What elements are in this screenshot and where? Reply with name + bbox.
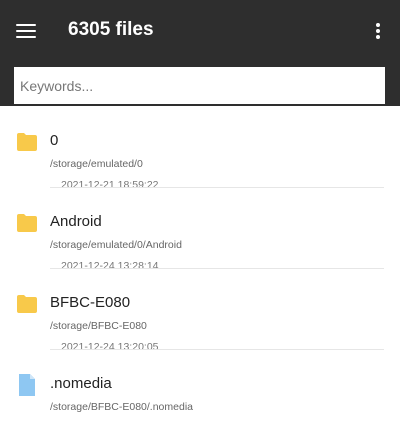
file-icon xyxy=(19,374,35,396)
file-path: /storage/BFBC-E080/.nomedia xyxy=(50,401,193,413)
file-list: 0 /storage/emulated/0 2021-12-21 18:59:2… xyxy=(0,106,400,430)
list-item[interactable]: 0 /storage/emulated/0 2021-12-21 18:59:2… xyxy=(0,106,400,191)
hamburger-menu-icon[interactable] xyxy=(16,22,36,40)
folder-icon xyxy=(17,214,37,232)
list-item[interactable]: Android /storage/emulated/0/Android 2021… xyxy=(0,187,400,272)
list-item[interactable]: .nomedia /storage/BFBC-E080/.nomedia xyxy=(0,349,400,430)
file-path: /storage/BFBC-E080 xyxy=(50,320,147,332)
file-name: .nomedia xyxy=(50,375,112,392)
file-name: Android xyxy=(50,213,102,230)
more-options-icon[interactable] xyxy=(372,22,384,40)
file-name: BFBC-E080 xyxy=(50,294,131,311)
file-name: 0 xyxy=(50,132,59,149)
toolbar: 6305 files xyxy=(0,0,400,106)
file-path: /storage/emulated/0 xyxy=(50,158,143,170)
page-title: 6305 files xyxy=(68,19,154,40)
search-input[interactable] xyxy=(14,67,385,104)
list-item[interactable]: BFBC-E080 /storage/BFBC-E080 2021-12-24 … xyxy=(0,268,400,353)
folder-icon xyxy=(17,295,37,313)
folder-icon xyxy=(17,133,37,151)
file-path: /storage/emulated/0/Android xyxy=(50,239,182,251)
